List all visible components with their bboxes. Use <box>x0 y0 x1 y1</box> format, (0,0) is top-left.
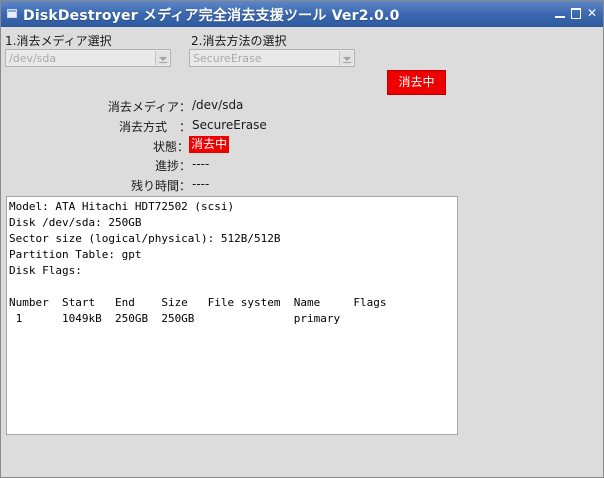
app-window: DiskDestroyer メディア完全消去支援ツール Ver2.0.0 ✕ 1… <box>0 0 604 478</box>
chevron-down-icon[interactable] <box>155 51 169 65</box>
step1-label: 1.消去メディア選択 <box>5 34 112 48</box>
log-line: Model: ATA Hitachi HDT72502 (scsi) <box>9 200 235 213</box>
close-icon[interactable]: ✕ <box>586 7 598 19</box>
method-info-row: 消去方式 ： <box>1 118 191 136</box>
window-app-icon <box>7 9 17 18</box>
progress-key: 進捗： <box>154 159 191 173</box>
log-line: Partition Table: gpt <box>9 248 142 261</box>
log-output[interactable]: Model: ATA Hitachi HDT72502 (scsi) Disk … <box>6 196 458 435</box>
chevron-down-icon[interactable] <box>339 51 353 65</box>
media-key: 消去メディア： <box>107 100 191 114</box>
log-text: Model: ATA Hitachi HDT72502 (scsi) Disk … <box>7 197 457 329</box>
status-key: 状態： <box>152 140 189 154</box>
method-select-value: SecureErase <box>193 52 262 65</box>
remaining-key: 残り時間： <box>130 179 191 193</box>
title-bar[interactable]: DiskDestroyer メディア完全消去支援ツール Ver2.0.0 ✕ <box>1 1 603 27</box>
log-line: 1 1049kB 250GB 250GB primary <box>9 312 341 325</box>
log-line: Disk /dev/sda: 250GB <box>9 216 142 229</box>
remaining-info-row: 残り時間： <box>1 177 191 195</box>
media-info-row: 消去メディア： <box>1 98 191 116</box>
window-title: DiskDestroyer メディア完全消去支援ツール Ver2.0.0 <box>23 8 400 24</box>
progress-info-row: 進捗： <box>1 157 191 175</box>
minimize-icon[interactable] <box>554 7 566 19</box>
log-line: Disk Flags: <box>9 264 82 277</box>
method-select[interactable]: SecureErase <box>189 49 355 67</box>
media-select[interactable]: /dev/sda <box>5 49 171 67</box>
media-select-value: /dev/sda <box>9 52 57 65</box>
status-info-row: 状態： <box>1 138 189 156</box>
step2-label: 2.消去方法の選択 <box>191 34 287 48</box>
maximize-icon[interactable] <box>570 7 582 19</box>
log-line: Number Start End Size File system Name F… <box>9 296 387 309</box>
erase-button[interactable]: 消去中 <box>387 70 446 95</box>
status-badge: 消去中 <box>189 136 230 153</box>
method-key: 消去方式 ： <box>118 120 191 134</box>
log-line: Sector size (logical/physical): 512B/512… <box>9 232 281 245</box>
